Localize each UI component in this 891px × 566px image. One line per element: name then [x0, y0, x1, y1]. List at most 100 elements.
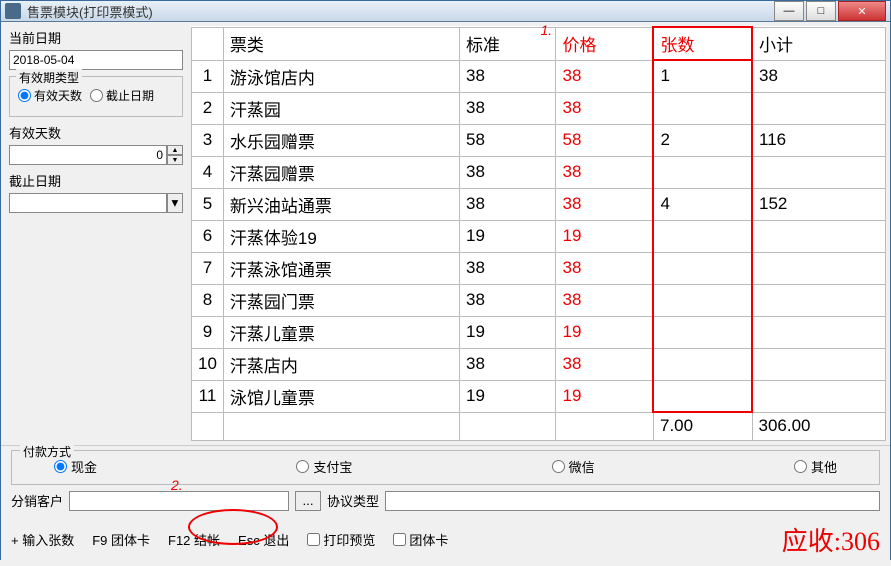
cell-type: 新兴油站通票 — [223, 188, 459, 220]
cell-rownum: 10 — [192, 348, 224, 380]
cell-qty[interactable] — [653, 284, 752, 316]
cell-type: 汗蒸店内 — [223, 348, 459, 380]
cell-price[interactable]: 38 — [556, 92, 654, 124]
shortcut-checkout[interactable]: F12 结帐 — [168, 530, 220, 549]
table-row[interactable]: 2汗蒸园3838 — [192, 92, 886, 124]
cell-type: 汗蒸泳馆通票 — [223, 252, 459, 284]
valid-days-input[interactable] — [9, 145, 167, 165]
cell-qty[interactable]: 1 — [653, 60, 752, 92]
print-preview-check[interactable]: 打印预览 — [307, 530, 375, 549]
table-row[interactable]: 8汗蒸园门票3838 — [192, 284, 886, 316]
cell-subtotal: 116 — [752, 124, 885, 156]
cell-type: 泳馆儿童票 — [223, 380, 459, 412]
protocol-input[interactable] — [385, 491, 880, 511]
cell-subtotal — [752, 348, 885, 380]
validity-days-radio[interactable]: 有效天数 — [18, 87, 82, 104]
header-qty: 张数 — [653, 27, 752, 60]
cell-price[interactable]: 19 — [556, 316, 654, 348]
shortcut-exit[interactable]: Esc 退出 — [238, 530, 289, 549]
cell-standard: 38 — [460, 284, 556, 316]
table-row[interactable]: 7汗蒸泳馆通票3838 — [192, 252, 886, 284]
amount-due: 应收:306 — [782, 521, 880, 558]
cell-rownum: 6 — [192, 220, 224, 252]
cell-standard: 38 — [460, 60, 556, 92]
deadline-label: 截止日期 — [9, 171, 183, 190]
cell-rownum: 5 — [192, 188, 224, 220]
table-row[interactable]: 1游泳馆店内3838138 — [192, 60, 886, 92]
cell-price[interactable]: 38 — [556, 60, 654, 92]
cell-qty[interactable]: 2 — [653, 124, 752, 156]
ticket-grid[interactable]: 票类 标准 价格 张数 小计 1游泳馆店内38381382汗蒸园38383水乐园… — [191, 26, 886, 441]
cell-qty[interactable] — [653, 380, 752, 412]
cell-subtotal — [752, 220, 885, 252]
table-row[interactable]: 5新兴油站通票38384152 — [192, 188, 886, 220]
spinner-up[interactable]: ▲ — [167, 145, 183, 155]
cell-qty[interactable] — [653, 252, 752, 284]
cell-standard: 19 — [460, 220, 556, 252]
cell-rownum: 8 — [192, 284, 224, 316]
table-row[interactable]: 11泳馆儿童票1919 — [192, 380, 886, 412]
cell-price[interactable]: 38 — [556, 156, 654, 188]
maximize-button[interactable]: □ — [806, 1, 836, 21]
footer-subtotal: 306.00 — [752, 412, 885, 440]
table-row[interactable]: 10汗蒸店内3838 — [192, 348, 886, 380]
group-card-check[interactable]: 团体卡 — [393, 530, 448, 549]
customer-browse-button[interactable]: ... — [295, 491, 321, 511]
cell-type: 汗蒸儿童票 — [223, 316, 459, 348]
ticket-grid-area: 1. 票类 标准 价格 张数 小计 1游泳馆店内38381382汗蒸园38383… — [191, 22, 890, 445]
shortcut-group[interactable]: F9 团体卡 — [92, 530, 150, 549]
table-row[interactable]: 9汗蒸儿童票1919 — [192, 316, 886, 348]
pay-alipay-radio[interactable]: 支付宝 — [296, 457, 352, 476]
pay-wechat-radio[interactable]: 微信 — [552, 457, 595, 476]
deadline-input[interactable] — [9, 193, 167, 213]
deadline-dropdown-button[interactable]: ▾ — [167, 193, 183, 213]
cell-price[interactable]: 38 — [556, 188, 654, 220]
cell-qty[interactable] — [653, 220, 752, 252]
app-icon — [5, 3, 21, 19]
cell-price[interactable]: 38 — [556, 348, 654, 380]
cell-rownum: 4 — [192, 156, 224, 188]
cell-rownum: 3 — [192, 124, 224, 156]
current-date-input[interactable] — [9, 50, 183, 70]
cell-qty[interactable] — [653, 348, 752, 380]
payment-legend: 付款方式 — [20, 443, 74, 460]
current-date-label: 当前日期 — [9, 28, 183, 47]
titlebar[interactable]: 售票模块(打印票模式) — □ ✕ — [1, 1, 890, 22]
shortcut-input-qty[interactable]: + 输入张数 — [11, 530, 74, 549]
cell-price[interactable]: 58 — [556, 124, 654, 156]
valid-days-label: 有效天数 — [9, 123, 183, 142]
cell-price[interactable]: 38 — [556, 252, 654, 284]
cell-type: 游泳馆店内 — [223, 60, 459, 92]
header-type: 票类 — [223, 27, 459, 60]
cell-type: 汗蒸园赠票 — [223, 156, 459, 188]
cell-standard: 38 — [460, 348, 556, 380]
cell-subtotal — [752, 316, 885, 348]
cell-price[interactable]: 19 — [556, 380, 654, 412]
cell-rownum: 7 — [192, 252, 224, 284]
table-row[interactable]: 3水乐园赠票58582116 — [192, 124, 886, 156]
customer-label: 分销客户 — [11, 491, 63, 510]
cell-qty[interactable] — [653, 316, 752, 348]
cell-subtotal — [752, 284, 885, 316]
minimize-button[interactable]: — — [774, 1, 804, 21]
customer-input[interactable] — [69, 491, 289, 511]
cell-type: 水乐园赠票 — [223, 124, 459, 156]
table-row[interactable]: 6汗蒸体验191919 — [192, 220, 886, 252]
cell-standard: 19 — [460, 380, 556, 412]
close-button[interactable]: ✕ — [838, 1, 886, 21]
pay-other-radio[interactable]: 其他 — [794, 457, 837, 476]
cell-qty[interactable] — [653, 92, 752, 124]
annotation-1: 1. — [541, 22, 553, 38]
cell-qty[interactable] — [653, 156, 752, 188]
validity-deadline-radio[interactable]: 截止日期 — [90, 87, 154, 104]
cell-qty[interactable]: 4 — [653, 188, 752, 220]
cell-price[interactable]: 19 — [556, 220, 654, 252]
cell-subtotal: 152 — [752, 188, 885, 220]
annotation-2: 2. — [171, 477, 183, 493]
cell-type: 汗蒸园 — [223, 92, 459, 124]
cell-subtotal — [752, 252, 885, 284]
cell-price[interactable]: 38 — [556, 284, 654, 316]
table-row[interactable]: 4汗蒸园赠票3838 — [192, 156, 886, 188]
spinner-down[interactable]: ▼ — [167, 155, 183, 165]
cell-subtotal — [752, 92, 885, 124]
